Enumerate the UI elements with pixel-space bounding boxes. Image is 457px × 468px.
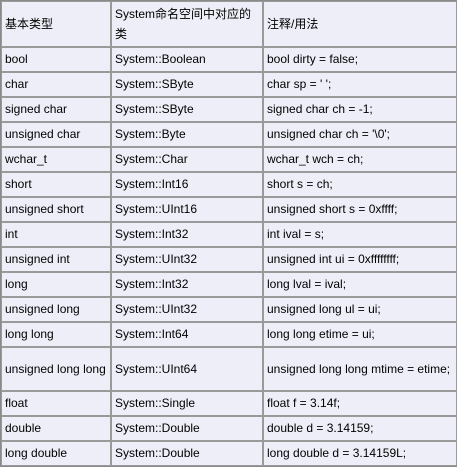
cell-basic-type: unsigned char [1, 122, 111, 147]
cell-usage: wchar_t wch = ch; [263, 147, 457, 172]
cell-usage: long long etime = ui; [263, 322, 457, 347]
cell-basic-type: unsigned int [1, 247, 111, 272]
table-row: short System::Int16 short s = ch; [1, 172, 457, 197]
header-row: 基本类型 System命名空间中对应的类 注释/用法 [1, 1, 457, 47]
table-row: signed char System::SByte signed char ch =… [1, 97, 457, 122]
header-usage: 注释/用法 [263, 1, 457, 47]
table-row: wchar_t System::Char wchar_t wch = ch; [1, 147, 457, 172]
cell-system-class: System::UInt16 [111, 197, 263, 222]
header-system-class: System命名空间中对应的类 [111, 1, 263, 47]
table-row: long double System::Double long double d =… [1, 441, 457, 466]
table-row: long long System::Int64 long long etime = … [1, 322, 457, 347]
cell-basic-type: int [1, 222, 111, 247]
cell-system-class: System::Byte [111, 122, 263, 147]
cell-usage: long double d = 3.14159L; [263, 441, 457, 466]
cell-basic-type: unsigned short [1, 197, 111, 222]
cell-system-class: System::Int64 [111, 322, 263, 347]
table-row: char System::SByte char sp = ' '; [1, 72, 457, 97]
cell-basic-type: bool [1, 47, 111, 72]
cell-usage: float f = 3.14f; [263, 391, 457, 416]
cell-basic-type: float [1, 391, 111, 416]
cell-system-class: System::Double [111, 441, 263, 466]
cell-usage: char sp = ' '; [263, 72, 457, 97]
cell-system-class: System::Boolean [111, 47, 263, 72]
cell-usage: double d = 3.14159; [263, 416, 457, 441]
table-row: float System::Single float f = 3.14f; [1, 391, 457, 416]
table-row: long System::Int32 long lval = ival; [1, 272, 457, 297]
cell-basic-type: short [1, 172, 111, 197]
cell-basic-type: wchar_t [1, 147, 111, 172]
cell-basic-type: long long [1, 322, 111, 347]
cell-basic-type: double [1, 416, 111, 441]
cell-basic-type: char [1, 72, 111, 97]
cell-usage: signed char ch = -1; [263, 97, 457, 122]
cell-usage: bool dirty = false; [263, 47, 457, 72]
cell-usage: long lval = ival; [263, 272, 457, 297]
cell-system-class: System::Char [111, 147, 263, 172]
table-row: unsigned int System::UInt32 unsigned int u… [1, 247, 457, 272]
type-mapping-table: 基本类型 System命名空间中对应的类 注释/用法 bool System::B… [0, 0, 457, 467]
table-row: double System::Double double d = 3.14159; [1, 416, 457, 441]
cell-system-class: System::Int32 [111, 222, 263, 247]
cell-usage: unsigned int ui = 0xffffffff; [263, 247, 457, 272]
cell-system-class: System::Single [111, 391, 263, 416]
table-row: unsigned char System::Byte unsigned char c… [1, 122, 457, 147]
cell-system-class: System::Int32 [111, 272, 263, 297]
cell-usage: unsigned long long mtime = etime; [263, 347, 457, 391]
cell-system-class: System::SByte [111, 97, 263, 122]
table-row: unsigned long System::UInt32 unsigned long… [1, 297, 457, 322]
table-row: int System::Int32 int ival = s; [1, 222, 457, 247]
table-row: unsigned short System::UInt16 unsigned sho… [1, 197, 457, 222]
cell-basic-type: long double [1, 441, 111, 466]
table-row: bool System::Boolean bool dirty = false; [1, 47, 457, 72]
cell-system-class: System::Int16 [111, 172, 263, 197]
cell-basic-type: signed char [1, 97, 111, 122]
cell-usage: int ival = s; [263, 222, 457, 247]
cell-usage: unsigned long ul = ui; [263, 297, 457, 322]
cell-system-class: System::SByte [111, 72, 263, 97]
cell-system-class: System::Double [111, 416, 263, 441]
table-row: unsigned long long System::UInt64 unsigned… [1, 347, 457, 391]
cell-basic-type: unsigned long [1, 297, 111, 322]
cell-basic-type: unsigned long long [1, 347, 111, 391]
cell-basic-type: long [1, 272, 111, 297]
cell-system-class: System::UInt64 [111, 347, 263, 391]
cell-usage: short s = ch; [263, 172, 457, 197]
cell-system-class: System::UInt32 [111, 297, 263, 322]
cell-usage: unsigned short s = 0xffff; [263, 197, 457, 222]
cell-usage: unsigned char ch = '\0'; [263, 122, 457, 147]
header-basic-type: 基本类型 [1, 1, 111, 47]
cell-system-class: System::UInt32 [111, 247, 263, 272]
